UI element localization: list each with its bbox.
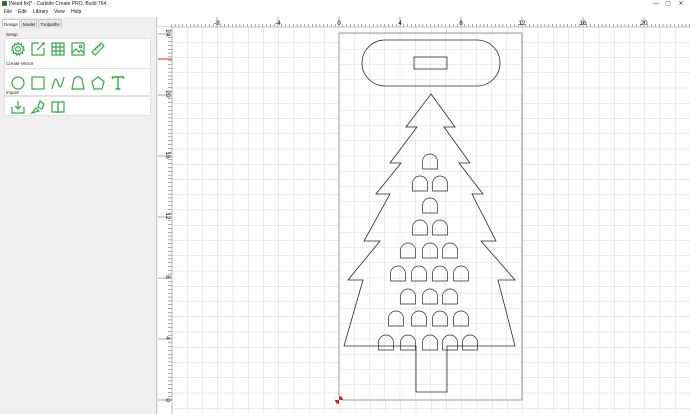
ruler-y-label: 24 [164,29,171,37]
maximize-button[interactable]: ▢ [662,0,674,8]
circle-icon[interactable] [10,75,26,91]
import-shapes-icon[interactable] [30,99,46,115]
ruler-x-label: 4 [398,20,402,27]
tab-model[interactable]: Model [21,19,37,28]
app-logo-icon [2,1,7,6]
grid-icon[interactable] [50,41,66,57]
import-group [4,96,151,116]
origin-marker [335,396,343,404]
rectangle-icon[interactable] [30,75,46,91]
ruler-y-label: 20 [164,90,171,98]
menu-edit[interactable]: Edit [18,8,27,17]
ruler-x-label: 16 [579,20,587,27]
polygon-icon[interactable] [90,75,106,91]
vertical-ruler[interactable] [158,27,172,414]
ruler-x-label: 12 [518,20,526,27]
title-bar: [Need fix]* - Carbide Create PRO, Build … [0,0,690,8]
import-group-label: Import [6,90,19,95]
job-setup-gear-icon[interactable] [10,41,26,57]
text-icon[interactable] [110,75,126,91]
menu-help[interactable]: Help [71,8,81,17]
ruler-y-label: 4 [164,336,171,340]
menu-file[interactable]: File [4,8,12,17]
image-icon[interactable] [70,41,86,57]
tab-design[interactable]: Design [2,19,20,28]
polyline-icon[interactable] [70,75,86,91]
menu-bar: File Edit Library View Help [0,8,690,17]
setup-group-label: Setup [6,32,18,37]
horizontal-ruler[interactable] [158,17,690,27]
close-button[interactable]: ✕ [675,0,687,8]
ruler-x-label: -8 [214,20,220,27]
curve-icon[interactable] [50,75,66,91]
tab-toolpaths[interactable]: Toolpaths [38,19,62,28]
ruler-y-label: 0 [164,398,171,402]
canvas-svg[interactable]: -8 -4 0 4 8 12 16 20 24 20 16 12 8 4 0 [158,17,690,414]
import-vectors-icon[interactable] [10,99,26,115]
ruler-y-label: 12 [164,212,171,220]
minimize-button[interactable]: — [650,0,662,8]
ruler-y-label: 8 [164,275,171,279]
ruler-x-label: -4 [275,20,281,27]
ruler-y-label: 16 [164,151,171,159]
ruler-x-label: 20 [640,20,648,27]
import-book-icon[interactable] [50,99,66,115]
edit-document-icon[interactable] [30,41,46,57]
ruler-measure-icon[interactable] [90,41,106,57]
design-canvas[interactable]: -8 -4 0 4 8 12 16 20 24 20 16 12 8 4 0 [158,17,690,414]
window-title: [Need fix]* - Carbide Create PRO, Build … [9,1,107,7]
ruler-x-label: 0 [337,20,341,27]
ruler-x-label: 8 [459,20,463,27]
create-vector-group [4,68,151,96]
menu-library[interactable]: Library [33,8,48,17]
menu-view[interactable]: View [54,8,65,17]
create-vector-group-label: Create Vector [6,61,34,66]
design-panel: Design Model Toolpaths Setup Create Vect… [0,17,157,414]
